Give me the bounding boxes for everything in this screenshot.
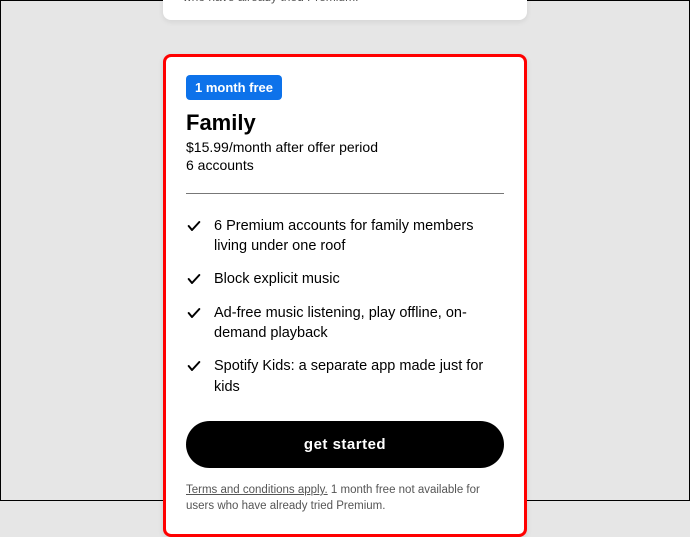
feature-list: 6 Premium accounts for family members li…: [186, 216, 504, 397]
terms-link[interactable]: Terms and conditions apply.: [186, 484, 328, 496]
divider: [186, 193, 504, 194]
check-icon: [186, 358, 202, 374]
plan-card-family: 1 month free Family $15.99/month after o…: [163, 54, 527, 537]
feature-item: Ad-free music listening, play offline, o…: [186, 303, 504, 344]
feature-item: Block explicit music: [186, 269, 504, 289]
feature-text: 6 Premium accounts for family members li…: [214, 216, 504, 257]
plan-name: Family: [186, 110, 504, 136]
previous-plan-card: who have already tried Premium.: [163, 0, 527, 20]
get-started-button[interactable]: get started: [186, 421, 504, 468]
previous-terms-text: who have already tried Premium.: [183, 0, 358, 4]
feature-text: Spotify Kids: a separate app made just f…: [214, 356, 504, 397]
plan-accounts: 6 accounts: [186, 157, 504, 173]
check-icon: [186, 305, 202, 321]
feature-item: Spotify Kids: a separate app made just f…: [186, 356, 504, 397]
feature-item: 6 Premium accounts for family members li…: [186, 216, 504, 257]
check-icon: [186, 271, 202, 287]
feature-text: Block explicit music: [214, 269, 340, 289]
promo-badge: 1 month free: [186, 75, 282, 100]
plan-price: $15.99/month after offer period: [186, 139, 504, 155]
terms-text: Terms and conditions apply. 1 month free…: [186, 482, 504, 514]
feature-text: Ad-free music listening, play offline, o…: [214, 303, 504, 344]
check-icon: [186, 218, 202, 234]
